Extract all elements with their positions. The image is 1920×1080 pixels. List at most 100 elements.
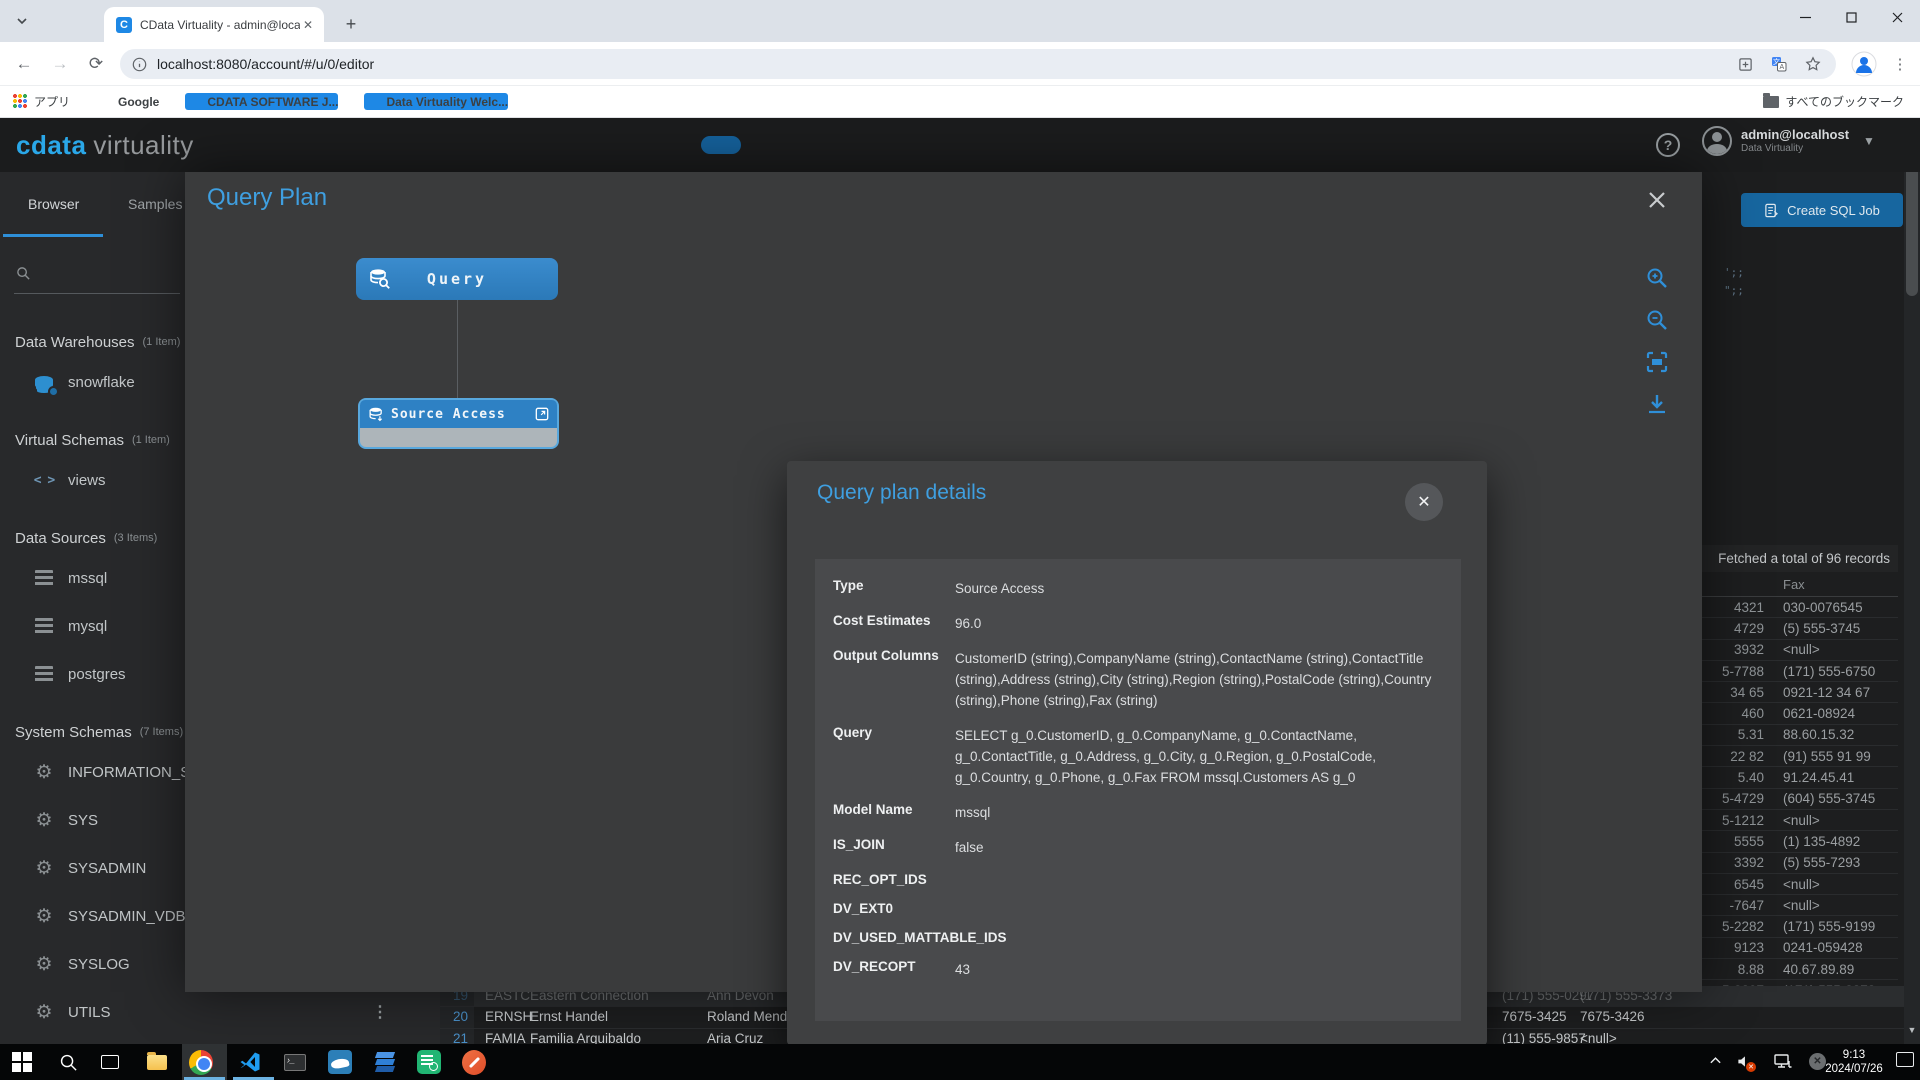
nav-item[interactable]	[701, 136, 741, 154]
help-icon[interactable]: ?	[1656, 133, 1680, 157]
results-grid-row[interactable]: 5555 (1) 135-4892	[1702, 831, 1898, 852]
start-button[interactable]	[10, 1050, 34, 1074]
window-minimize-button[interactable]	[1782, 0, 1828, 34]
results-grid-row[interactable]: -7647 <null>	[1702, 895, 1898, 916]
terminal-icon[interactable]	[283, 1050, 307, 1074]
app-logo[interactable]: cdatavirtuality	[16, 130, 194, 161]
sidebar-entry[interactable]: UTILS ⋮	[0, 988, 440, 1036]
browser-tab[interactable]: C CData Virtuality - admin@locall ✕	[104, 7, 324, 42]
detail-value: mssql	[955, 802, 1461, 823]
translate-icon[interactable]: 文A	[1768, 53, 1790, 75]
zoom-out-icon[interactable]	[1643, 306, 1671, 334]
browser-menu-icon[interactable]: ⋮	[1890, 50, 1910, 78]
kebab-menu-icon[interactable]: ⋮	[372, 1002, 388, 1022]
bookmark-favicon-icon	[96, 94, 112, 110]
results-grid-row[interactable]: 9123 0241-059428	[1702, 938, 1898, 959]
results-grid-row[interactable]: 34 65 0921-12 34 67	[1702, 682, 1898, 703]
tab-samples[interactable]: Samples	[128, 196, 182, 212]
hidden-icons-chevron-icon[interactable]	[1709, 1055, 1722, 1065]
bookmark-item[interactable]: アプリ	[12, 93, 70, 110]
fax-column-header[interactable]: Fax	[1702, 573, 1898, 597]
results-grid-row[interactable]: 6545 <null>	[1702, 874, 1898, 895]
network-icon[interactable]	[1774, 1054, 1792, 1069]
results-grid-row[interactable]: 5-4729 (604) 555-3745	[1702, 789, 1898, 810]
chrome-icon[interactable]	[189, 1050, 213, 1074]
tab-browser[interactable]: Browser	[28, 196, 79, 212]
sidebar-entry-icon	[33, 954, 55, 974]
logo-secondary: virtuality	[93, 130, 193, 160]
file-explorer-icon[interactable]	[145, 1050, 169, 1074]
results-grid-row[interactable]: 3392 (5) 555-7293	[1702, 853, 1898, 874]
layers-app-icon[interactable]	[373, 1050, 397, 1074]
create-sql-job-button[interactable]: Create SQL Job	[1741, 193, 1903, 227]
bookmark-star-icon[interactable]	[1802, 53, 1824, 75]
query-plan-details-dialog: Query plan details ✕ Type Source Access …	[787, 461, 1487, 1045]
phone-cell: 5555	[1702, 834, 1764, 849]
tab-search-chevron-icon[interactable]	[10, 9, 34, 33]
url-text[interactable]: localhost:8080/account/#/u/0/editor	[157, 56, 1722, 72]
address-bar[interactable]: localhost:8080/account/#/u/0/editor 文A	[120, 49, 1836, 79]
notifications-icon[interactable]	[1896, 1052, 1914, 1067]
query-node[interactable]: Query	[356, 258, 558, 300]
window-maximize-button[interactable]	[1828, 0, 1874, 34]
fit-to-screen-icon[interactable]	[1643, 348, 1671, 376]
window-close-button[interactable]	[1874, 0, 1920, 34]
vscode-icon[interactable]	[238, 1050, 262, 1074]
modal-close-icon[interactable]	[1643, 186, 1671, 214]
reload-button[interactable]: ⟳	[82, 50, 110, 78]
bookmark-item[interactable]: CDATA SOFTWARE J...	[185, 93, 338, 110]
results-grid-row[interactable]: 5-1212 <null>	[1702, 810, 1898, 831]
fax-cell: 0241-059428	[1783, 940, 1863, 955]
results-grid-row[interactable]: 460 0621-08924	[1702, 703, 1898, 724]
volume-muted-icon[interactable]: ✕	[1736, 1054, 1752, 1069]
mysql-workbench-icon[interactable]	[328, 1050, 352, 1074]
pen-tool-icon[interactable]	[462, 1050, 486, 1074]
zoom-in-icon[interactable]	[1643, 264, 1671, 292]
plan-details-table: Type Source Access Cost Estimates 96.0 O…	[815, 559, 1461, 1021]
results-grid-row[interactable]: 4729 (5) 555-3745	[1702, 618, 1898, 639]
results-grid-row[interactable]: 5-7788 (171) 555-6750	[1702, 661, 1898, 682]
bookmark-favicon-icon	[12, 94, 28, 110]
dialog-close-button[interactable]: ✕	[1405, 483, 1443, 521]
account-menu[interactable]: admin@localhost Data Virtuality ▼	[1702, 126, 1875, 156]
database-tool-icon[interactable]	[417, 1050, 441, 1074]
download-icon[interactable]	[1643, 390, 1671, 418]
results-grid-row[interactable]: 4321 030-0076545	[1702, 597, 1898, 618]
back-button[interactable]: ←	[10, 50, 38, 78]
fax-cell: 88.60.15.32	[1783, 727, 1854, 742]
taskbar-clock[interactable]: 9:13 2024/07/26	[1818, 1048, 1890, 1076]
source-access-node[interactable]: Source Access	[358, 398, 559, 449]
page-scrollbar[interactable]: ▲ ▼	[1904, 118, 1920, 1044]
forward-button[interactable]: →	[46, 50, 74, 78]
detail-value	[955, 872, 1461, 887]
browser-profile-icon[interactable]	[1850, 50, 1878, 78]
results-grid-row[interactable]: 5-2282 (171) 555-9199	[1702, 916, 1898, 937]
bookmark-item[interactable]: Data Virtuality Welc...	[364, 93, 508, 110]
window-controls	[1782, 0, 1920, 34]
page-info-icon[interactable]	[132, 57, 147, 72]
results-grid-row[interactable]: 3932 <null>	[1702, 640, 1898, 661]
open-in-window-icon[interactable]	[1734, 53, 1756, 75]
expand-node-icon[interactable]	[535, 407, 549, 421]
fax-cell: 40.67.89.89	[1783, 962, 1854, 977]
plan-toolbar	[1642, 264, 1672, 418]
scroll-down-icon[interactable]: ▼	[1904, 1020, 1920, 1040]
results-grid-row[interactable]: 5.31 88.60.15.32	[1702, 725, 1898, 746]
sidebar-entry-icon	[33, 568, 55, 588]
detail-label: REC_OPT_IDS	[815, 872, 955, 887]
sidebar-entry-label: mysql	[68, 618, 107, 635]
results-grid-row[interactable]: 8.88 40.67.89.89	[1702, 959, 1898, 980]
results-grid-row[interactable]: 5.40 91.24.45.41	[1702, 767, 1898, 788]
tab-close-icon[interactable]: ✕	[300, 17, 316, 33]
detail-row: REC_OPT_IDS	[815, 865, 1461, 894]
taskbar-search-icon[interactable]	[56, 1050, 80, 1074]
task-view-icon[interactable]	[98, 1050, 122, 1074]
new-tab-button[interactable]: +	[338, 11, 364, 37]
phone-cell: 460	[1702, 706, 1764, 721]
fax-grid-rows: 4321 030-0076545 4729 (5) 555-3745 3932 …	[1702, 597, 1898, 1044]
search-input[interactable]	[14, 293, 180, 294]
results-grid-row[interactable]: 22 82 (91) 555 91 99	[1702, 746, 1898, 767]
all-bookmarks-button[interactable]: すべてのブックマーク	[1763, 93, 1904, 110]
bookmark-item[interactable]: Google	[96, 93, 159, 110]
system-tray: ✕ ✕ 9:13 2024/07/26	[1904, 1044, 1920, 1080]
